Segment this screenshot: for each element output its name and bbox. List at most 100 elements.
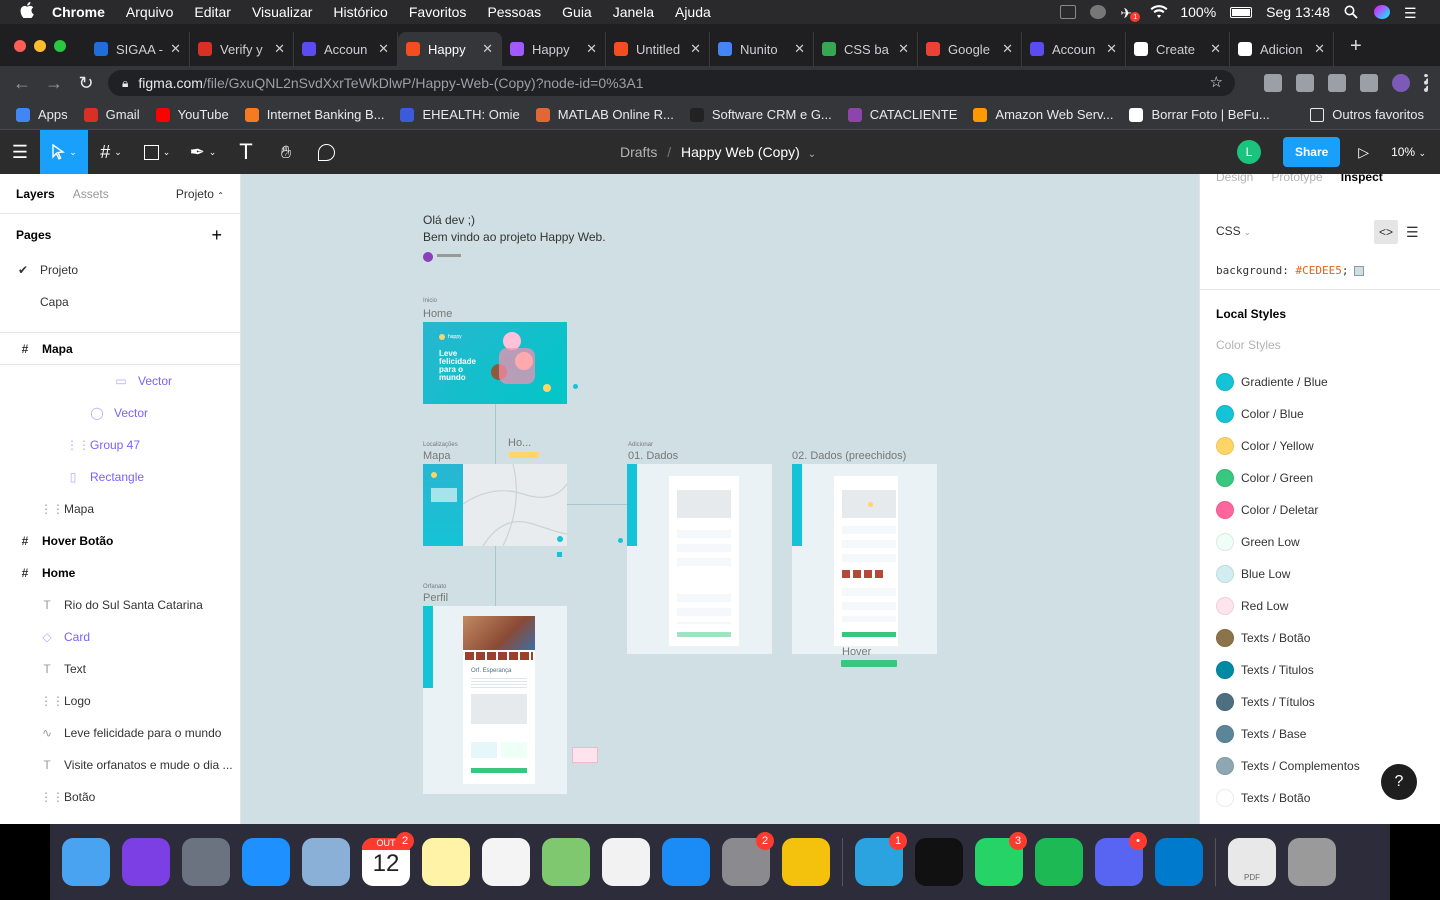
frame-title-dados-2[interactable]: 02. Dados (preechidos) — [792, 450, 906, 462]
share-button[interactable]: Share — [1282, 137, 1341, 167]
color-style-item[interactable]: Texts / Botão — [1216, 628, 1310, 648]
code-view-icon[interactable]: <> — [1374, 220, 1398, 244]
layer-item[interactable]: ▭ Vector — [0, 365, 240, 397]
color-style-item[interactable]: Texts / Botão — [1216, 788, 1310, 808]
pdf-document-icon[interactable]: PDF — [1228, 838, 1276, 886]
acrobat-icon[interactable] — [1060, 5, 1077, 19]
trash-icon[interactable] — [1288, 838, 1336, 886]
present-play-icon[interactable]: ▷ — [1358, 144, 1369, 161]
browser-tab[interactable]: Nunito ✕ — [710, 32, 814, 66]
layer-item[interactable]: ⋮⋮Ilustra02 — [0, 813, 240, 824]
terminal-icon[interactable] — [915, 838, 963, 886]
bookmark-item[interactable]: Borrar Foto | BeFu... — [1129, 107, 1270, 122]
layer-item[interactable]: T Visite orfanatos e mude o dia ... — [0, 749, 240, 781]
bookmark-item[interactable]: YouTube — [155, 107, 229, 122]
page-item-projeto[interactable]: ✔ Projeto — [0, 254, 240, 286]
new-tab-button[interactable]: + — [1350, 35, 1362, 58]
frame-title-perfil[interactable]: Perfil — [423, 592, 448, 604]
layer-item[interactable]: T Text — [0, 653, 240, 685]
browser-tab[interactable]: Create ✕ — [1126, 32, 1230, 66]
menu-janela[interactable]: Janela — [613, 4, 654, 20]
breadcrumb-drafts[interactable]: Drafts — [620, 144, 657, 160]
user-avatar[interactable]: L — [1236, 140, 1261, 164]
control-center-icon[interactable]: ☰ — [1404, 5, 1420, 21]
layer-item[interactable]: ◯ Vector — [0, 397, 240, 429]
calendar-icon[interactable]: OUT 12 2 — [362, 832, 414, 886]
bookmark-star-icon[interactable]: ☆ — [1210, 73, 1223, 91]
page-selector[interactable]: Projeto ⌃ — [176, 187, 224, 201]
frame-dados-2[interactable] — [792, 464, 937, 654]
preview-icon[interactable] — [302, 838, 350, 886]
pen-tool-button[interactable]: ✒ ⌄ — [180, 130, 226, 174]
frame-hover-button[interactable] — [841, 660, 897, 667]
color-style-item[interactable]: Gradiente / Blue — [1216, 372, 1328, 392]
menu-ajuda[interactable]: Ajuda — [675, 4, 711, 20]
profile-avatar[interactable] — [1392, 74, 1410, 92]
main-menu-button[interactable]: ☰ — [0, 130, 40, 174]
menu-arquivo[interactable]: Arquivo — [126, 4, 173, 20]
close-tab-icon[interactable]: ✕ — [1002, 41, 1013, 57]
layer-item[interactable]: ▯ Rectangle — [0, 461, 240, 493]
siri-icon[interactable] — [122, 838, 170, 886]
bookmark-item[interactable]: Gmail — [83, 107, 140, 122]
browser-tab[interactable]: CSS ba ✕ — [814, 32, 918, 66]
close-tab-icon[interactable]: ✕ — [1106, 41, 1117, 57]
layer-item[interactable]: # Home — [0, 557, 240, 589]
close-tab-icon[interactable]: ✕ — [170, 41, 181, 57]
photos-icon[interactable] — [602, 838, 650, 886]
close-tab-icon[interactable]: ✕ — [794, 41, 805, 57]
help-button[interactable]: ? — [1381, 764, 1417, 800]
close-tab-icon[interactable]: ✕ — [1210, 41, 1221, 57]
tab-inspect[interactable]: Inspect — [1341, 174, 1383, 184]
browser-tab[interactable]: Verify y ✕ — [190, 32, 294, 66]
code-language-dropdown[interactable]: CSS ⌄ — [1216, 224, 1251, 238]
hand-tool-button[interactable]: ✋︎ — [266, 130, 306, 174]
color-style-item[interactable]: Color / Green — [1216, 468, 1313, 488]
frame-title-hover[interactable]: Hover — [842, 646, 871, 658]
add-page-button[interactable]: + — [211, 225, 222, 246]
close-tab-icon[interactable]: ✕ — [482, 41, 493, 57]
app-store-icon[interactable] — [662, 838, 710, 886]
spotify-icon[interactable] — [1035, 838, 1083, 886]
color-style-item[interactable]: Blue Low — [1216, 564, 1290, 584]
color-style-item[interactable]: Color / Blue — [1216, 404, 1304, 424]
layer-item[interactable]: # Hover Botão — [0, 525, 240, 557]
address-bar[interactable]: 🔒︎ figma.com/file/GxuQNL2nSvdXxrTeWkDlwP… — [108, 70, 1235, 96]
close-tab-icon[interactable]: ✕ — [378, 41, 389, 57]
tab-layers[interactable]: Layers — [16, 187, 55, 201]
bookmark-item[interactable]: Software CRM e G... — [689, 107, 832, 122]
figma-canvas[interactable]: Olá dev ;) Bem vindo ao projeto Happy We… — [241, 174, 1199, 824]
discord-icon[interactable]: • — [1095, 832, 1147, 886]
move-tool-button[interactable]: ⌄ — [40, 130, 88, 174]
notification-icon[interactable]: ✈ 1 — [1120, 5, 1141, 22]
apple-menu-icon[interactable] — [20, 1, 38, 23]
spotlight-search-icon[interactable] — [1344, 5, 1360, 19]
color-style-item[interactable]: Color / Deletar — [1216, 500, 1318, 520]
text-tool-button[interactable]: T — [226, 130, 266, 174]
layer-item[interactable]: T Rio do Sul Santa Catarina — [0, 589, 240, 621]
battery-icon[interactable] — [1230, 6, 1253, 18]
close-tab-icon[interactable]: ✕ — [274, 41, 285, 57]
bookmark-item[interactable]: Amazon Web Serv... — [973, 107, 1113, 122]
other-bookmarks-folder[interactable]: Outros favoritos — [1310, 107, 1424, 122]
color-style-item[interactable]: Texts / Titulos — [1216, 660, 1314, 680]
frame-home[interactable]: happy Leve felicidade para o mundo — [423, 322, 567, 404]
list-view-icon[interactable]: ☰ — [1406, 224, 1419, 241]
extension-screen-icon[interactable] — [1296, 74, 1314, 92]
color-style-item[interactable]: Green Low — [1216, 532, 1300, 552]
notes-icon[interactable] — [422, 838, 470, 886]
file-name[interactable]: Happy Web (Copy) — [681, 144, 800, 160]
frame-mapa[interactable] — [423, 464, 567, 546]
telegram-icon[interactable]: 1 — [855, 832, 907, 886]
bookmark-item[interactable]: Apps — [16, 107, 68, 122]
frame-perfil[interactable]: Orf. Esperança — [423, 606, 567, 794]
bookmark-item[interactable]: MATLAB Online R... — [535, 107, 674, 122]
frame-title-dados-1[interactable]: 01. Dados — [628, 450, 678, 462]
zoom-window-button[interactable] — [54, 40, 66, 52]
minimize-window-button[interactable] — [34, 40, 46, 52]
page-item-capa[interactable]: Capa — [0, 286, 240, 318]
color-style-item[interactable]: Texts / Títulos — [1216, 692, 1315, 712]
menu-visualizar[interactable]: Visualizar — [252, 4, 312, 20]
menu-pessoas[interactable]: Pessoas — [487, 4, 541, 20]
bookmark-item[interactable]: Internet Banking B... — [244, 107, 384, 122]
